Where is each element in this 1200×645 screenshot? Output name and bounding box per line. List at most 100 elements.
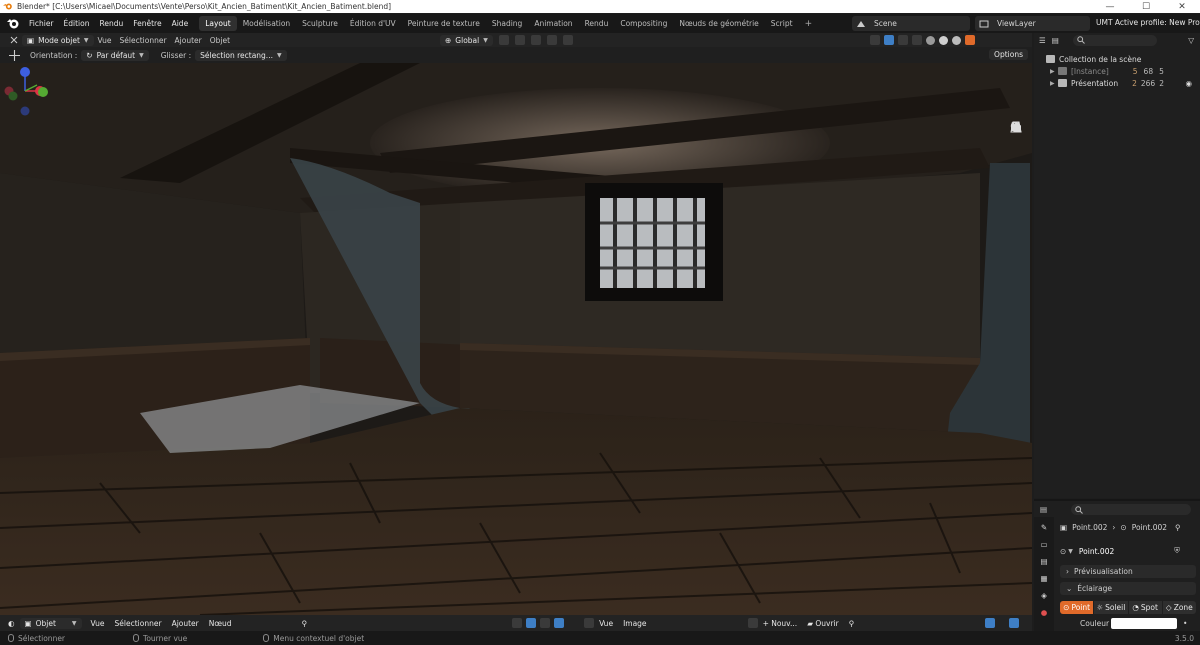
bottom-menu-node[interactable]: Nœud: [204, 619, 237, 628]
outliner-search-input[interactable]: [1072, 34, 1157, 46]
minimize-button[interactable]: —: [1092, 0, 1128, 13]
scene-tab-icon[interactable]: ◈: [1038, 589, 1050, 601]
menu-render[interactable]: Rendu: [94, 19, 128, 28]
preview-section-header[interactable]: › Prévisualisation: [1060, 565, 1196, 578]
properties-editor-icon[interactable]: ▤: [1040, 505, 1047, 514]
mode-selector[interactable]: ▣ Mode objet ▼: [22, 34, 94, 46]
falloff-icon[interactable]: [562, 35, 573, 45]
outliner-item-presentation[interactable]: ▶ Présentation 2 266 2 ◉: [1034, 77, 1200, 89]
disclosure-triangle-icon[interactable]: ▶: [1050, 68, 1058, 75]
scene-collection-row[interactable]: Collection de la scène: [1034, 53, 1200, 65]
view-layer-tab-icon[interactable]: ▦: [1038, 572, 1050, 584]
drag-dropdown[interactable]: Sélection rectang... ▼: [195, 49, 287, 61]
menu-object[interactable]: Objet: [206, 36, 234, 45]
eye-icon[interactable]: ◉: [1185, 79, 1192, 88]
light-color-swatch[interactable]: [1111, 618, 1177, 629]
3d-viewport[interactable]: [0, 63, 1032, 615]
proportional-edit-icon[interactable]: [546, 35, 557, 45]
transform-orientation-dropdown[interactable]: ⊕ Global ▼: [440, 34, 493, 46]
image-editor-icon[interactable]: [584, 618, 595, 628]
overlay-toggle-icon[interactable]: [554, 618, 565, 628]
bottom-menu-image[interactable]: Image: [618, 619, 652, 628]
pin-icon[interactable]: ⚲: [844, 619, 860, 628]
image-browse-icon[interactable]: [747, 618, 758, 628]
filter-icon[interactable]: ▽: [1188, 36, 1194, 45]
light-type-point[interactable]: ⊙ Point: [1060, 601, 1094, 614]
display-channels-icon[interactable]: [985, 618, 996, 628]
blender-menu-icon[interactable]: [6, 17, 20, 31]
gizmo-toggle-icon[interactable]: [884, 35, 894, 45]
lighting-section-header[interactable]: ⌄ Éclairage: [1060, 582, 1196, 595]
light-type-area[interactable]: ◇ Zone: [1162, 601, 1196, 614]
snap-icon[interactable]: [514, 35, 525, 45]
tab-texture-paint[interactable]: Peinture de texture: [402, 16, 486, 31]
output-tab-icon[interactable]: ▤: [1038, 555, 1050, 567]
menu-file[interactable]: Fichier: [24, 19, 59, 28]
gizmo-z-axis[interactable]: [20, 67, 30, 77]
fake-user-shield-icon[interactable]: ⛨: [1174, 546, 1180, 556]
add-workspace-button[interactable]: +: [799, 19, 819, 29]
tab-rendering[interactable]: Rendu: [579, 16, 615, 31]
pin-icon[interactable]: ⚲: [297, 619, 313, 628]
visibility-icon[interactable]: [870, 35, 880, 45]
scene-selector[interactable]: Scene: [852, 16, 970, 31]
node-options-icon[interactable]: [540, 618, 551, 628]
display-mode-icon[interactable]: ▤: [1052, 36, 1059, 45]
gizmo-neg-y-axis[interactable]: [8, 91, 18, 101]
bottom-menu-select[interactable]: Sélectionner: [110, 619, 167, 628]
gizmo-neg-z-axis[interactable]: [20, 106, 30, 116]
orientation-dropdown[interactable]: ↻ Par défaut ▼: [81, 49, 149, 61]
disclosure-triangle-icon[interactable]: ▶: [1050, 80, 1058, 87]
shading-solid-icon[interactable]: [939, 35, 948, 45]
tab-shading[interactable]: Shading: [486, 16, 528, 31]
tab-modeling[interactable]: Modélisation: [237, 16, 296, 31]
tool-tab-icon[interactable]: ✎: [1038, 521, 1050, 533]
tab-sculpting[interactable]: Sculpture: [296, 16, 344, 31]
gizmo-icon[interactable]: [1009, 618, 1020, 628]
tab-geometry-nodes[interactable]: Nœuds de géométrie: [673, 16, 764, 31]
maximize-button[interactable]: ☐: [1128, 0, 1164, 13]
options-button[interactable]: Options: [989, 49, 1028, 60]
snap-toggle-icon[interactable]: [526, 618, 537, 628]
tab-scripting[interactable]: Script: [765, 16, 799, 31]
tab-layout[interactable]: Layout: [199, 16, 237, 31]
bottom-menu-view[interactable]: Vue: [86, 619, 110, 628]
light-type-sun[interactable]: ☼ Soleil: [1094, 601, 1128, 614]
menu-window[interactable]: Fenêtre: [128, 19, 166, 28]
editor-type-icon[interactable]: [9, 35, 19, 45]
xray-icon[interactable]: [912, 35, 922, 45]
menu-view[interactable]: Vue: [94, 36, 116, 45]
shading-wireframe-icon[interactable]: [926, 35, 935, 45]
camera-icon[interactable]: [1010, 122, 1024, 175]
tab-uv-editing[interactable]: Édition d'UV: [344, 16, 402, 31]
tab-compositing[interactable]: Compositing: [614, 16, 673, 31]
bottom-menu-view-2[interactable]: Vue: [594, 619, 618, 628]
move-tool-icon[interactable]: [9, 49, 20, 61]
pin-icon[interactable]: ⚲: [1175, 523, 1181, 532]
pan-hand-icon[interactable]: [1010, 121, 1024, 155]
editor-type-icon[interactable]: ◐: [0, 619, 20, 628]
light-datablock-selector[interactable]: ⊙ ▼ Point.002 ⛨: [1060, 546, 1180, 556]
view-layer-selector[interactable]: ViewLayer: [975, 16, 1090, 31]
outliner-editor-icon[interactable]: ☰: [1039, 36, 1046, 45]
overlays-icon[interactable]: [898, 35, 908, 45]
new-image-button[interactable]: + Nouv...: [758, 619, 803, 628]
render-tab-icon[interactable]: ▭: [1038, 538, 1050, 550]
world-tab-icon[interactable]: ●: [1038, 606, 1050, 618]
pivot-point-icon[interactable]: [498, 35, 509, 45]
shading-rendered-icon[interactable]: [965, 35, 975, 45]
node-tree-icon[interactable]: [512, 618, 523, 628]
tab-animation[interactable]: Animation: [528, 16, 578, 31]
navigation-gizmo[interactable]: [0, 63, 50, 119]
snap-target-icon[interactable]: [530, 35, 541, 45]
menu-select[interactable]: Sélectionner: [116, 36, 171, 45]
menu-help[interactable]: Aide: [167, 19, 194, 28]
menu-add[interactable]: Ajouter: [171, 36, 206, 45]
keyframe-dot-icon[interactable]: •: [1183, 619, 1187, 628]
perspective-grid-icon[interactable]: [1010, 121, 1024, 195]
bottom-menu-add[interactable]: Ajouter: [167, 619, 204, 628]
gizmo-y-axis[interactable]: [38, 87, 48, 97]
open-image-button[interactable]: ▰ Ouvrir: [802, 619, 844, 628]
shading-material-icon[interactable]: [952, 35, 961, 45]
menu-edit[interactable]: Édition: [59, 19, 95, 28]
